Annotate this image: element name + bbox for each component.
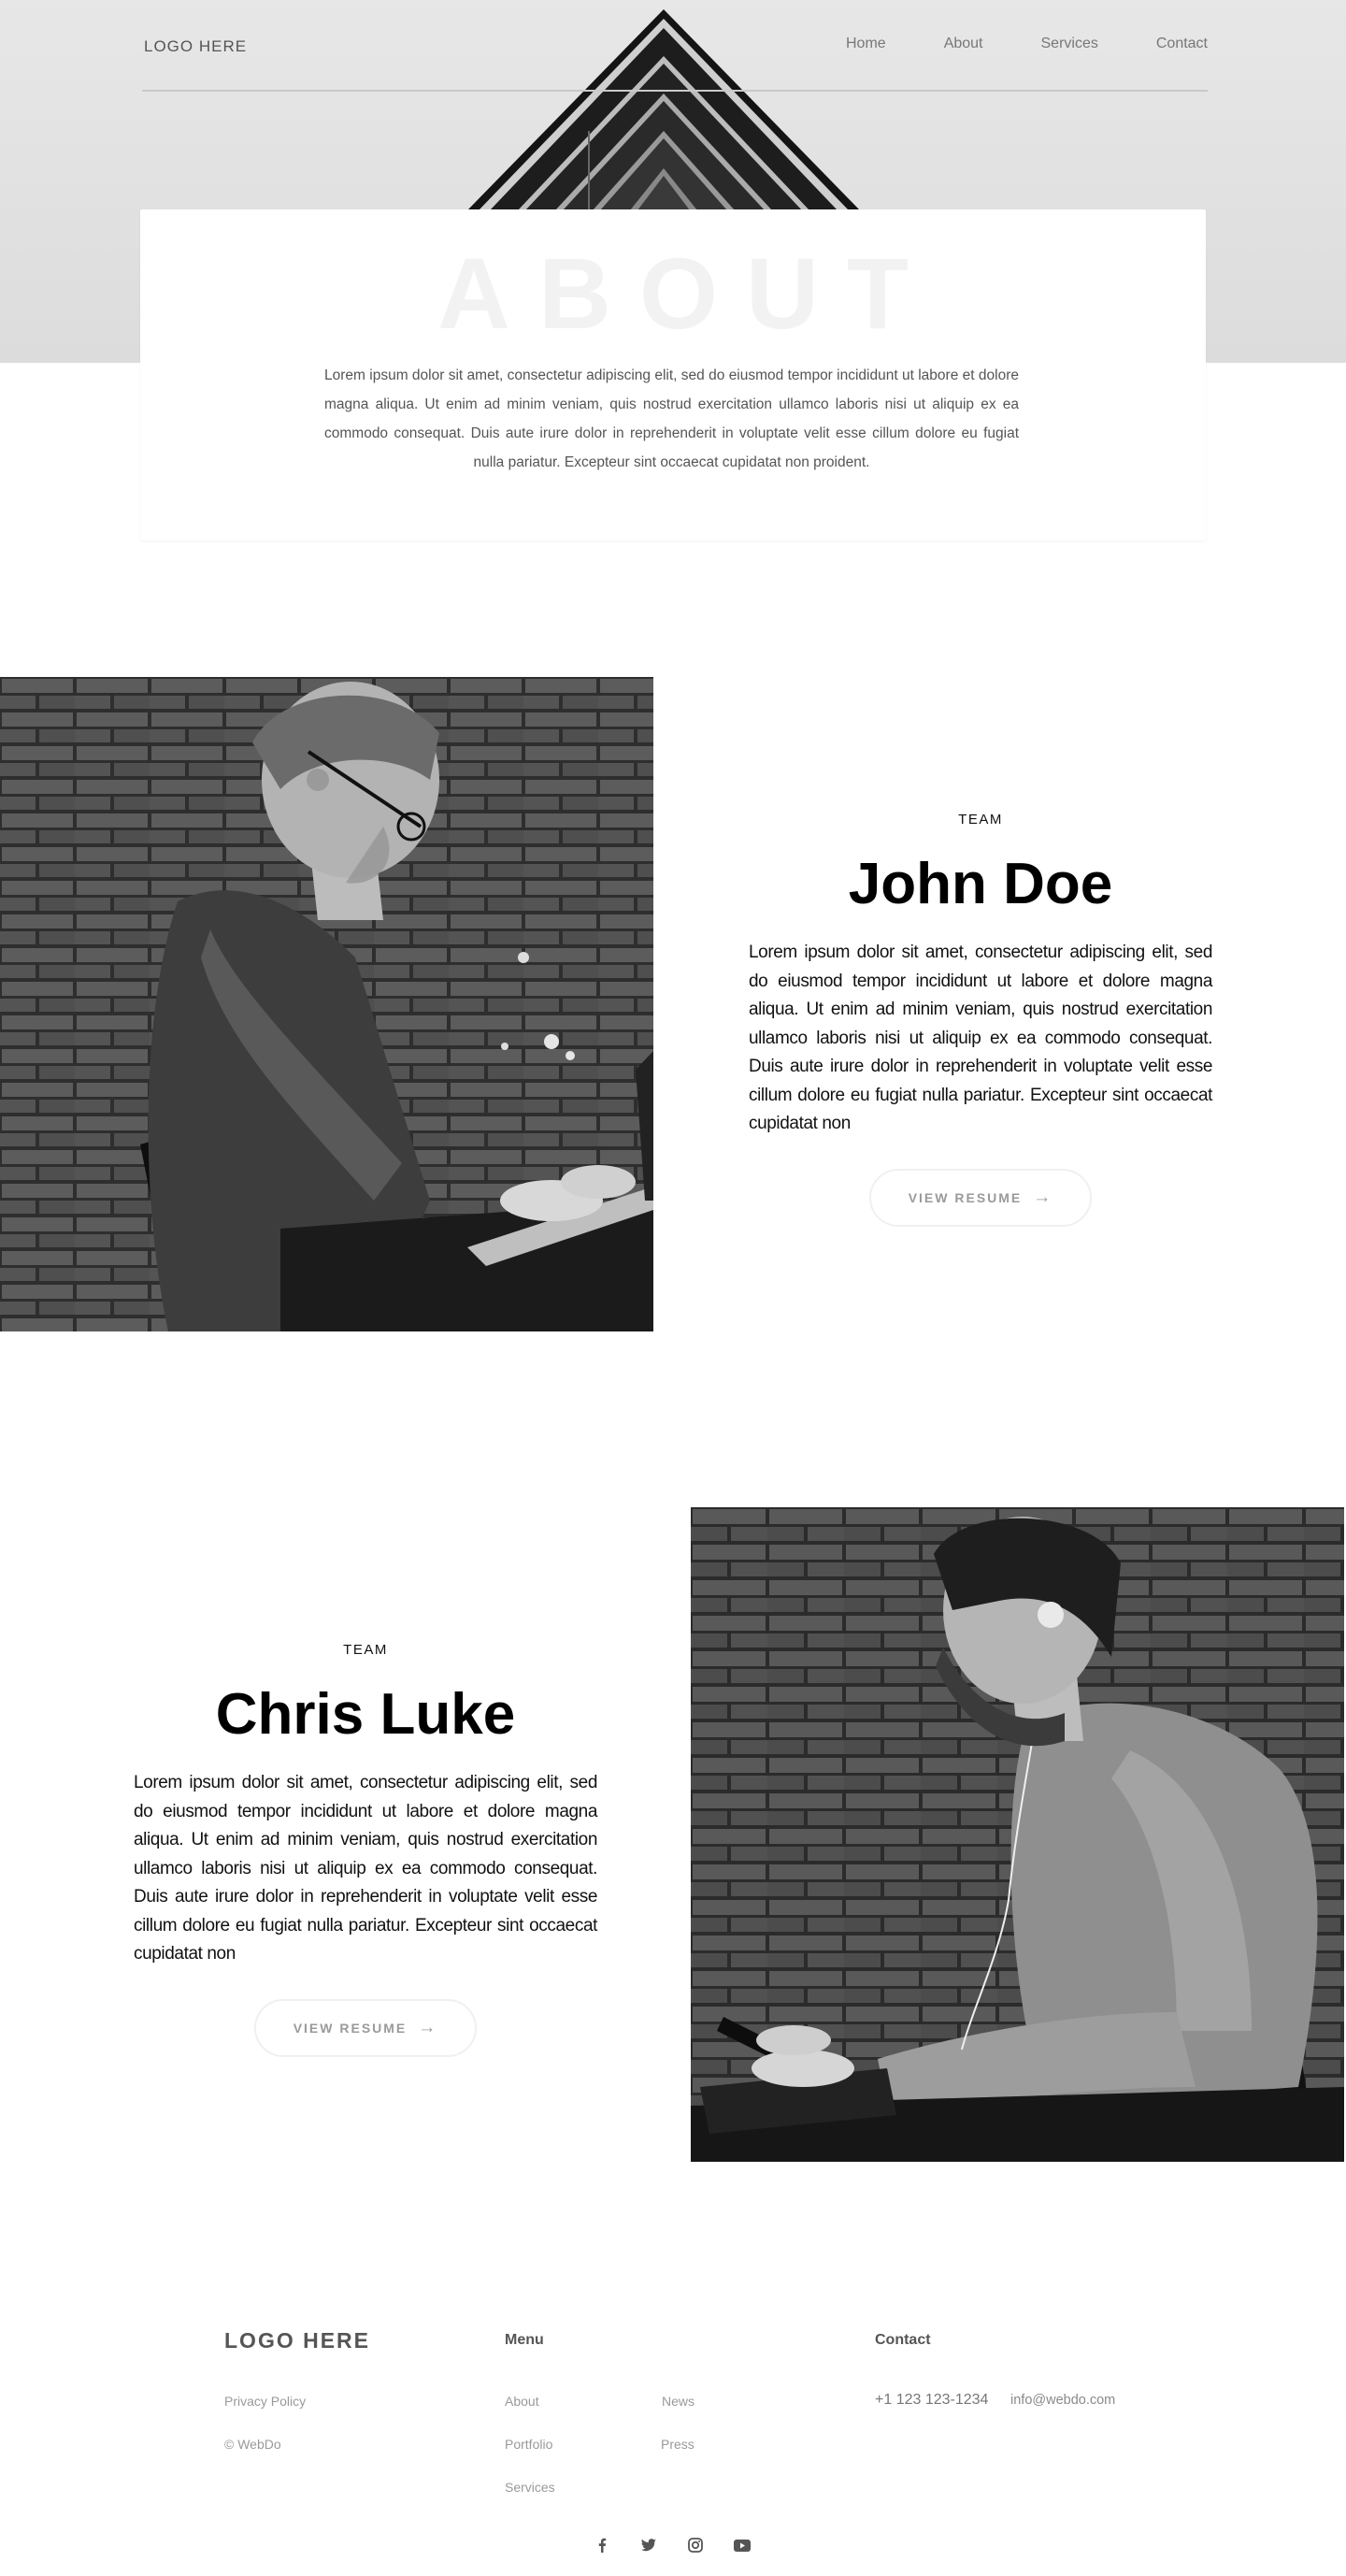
arrow-right-icon: → — [418, 2017, 438, 2037]
footer-menu-heading: Menu — [505, 2332, 544, 2348]
nav-contact-link[interactable]: Contact — [1156, 36, 1208, 52]
team-label: TEAM — [343, 1642, 388, 1658]
main-nav: Home About Services Contact — [788, 36, 1208, 52]
twitter-icon[interactable] — [628, 2534, 669, 2556]
member-bio: Lorem ipsum dolor sit amet, consectetur … — [749, 943, 1212, 1133]
team-label: TEAM — [958, 812, 1003, 827]
copyright-text: © WebDo — [224, 2437, 281, 2452]
footer-link-portfolio[interactable]: Portfolio — [505, 2437, 552, 2452]
member-name: Chris Luke — [215, 1682, 516, 1747]
footer-link-press[interactable]: Press — [661, 2437, 694, 2452]
view-resume-button[interactable]: VIEW RESUME → — [869, 1168, 1092, 1227]
about-title-watermark: ABOUT — [437, 237, 937, 350]
footer-link-news[interactable]: News — [662, 2394, 694, 2409]
about-text: Lorem ipsum dolor sit amet, consectetur … — [324, 367, 1019, 470]
chris-luke-photo — [691, 1507, 1344, 2162]
nav-home-link[interactable]: Home — [846, 36, 886, 52]
member-name: John Doe — [848, 852, 1113, 916]
about-card: ABOUT Lorem ipsum dolor sit amet, consec… — [140, 209, 1206, 540]
social-links — [581, 2534, 768, 2556]
view-resume-button[interactable]: VIEW RESUME → — [254, 1998, 477, 2057]
footer-logo[interactable]: LOGO HERE — [224, 2328, 370, 2353]
privacy-policy-link[interactable]: Privacy Policy — [224, 2394, 306, 2409]
header-logo[interactable]: LOGO HERE — [144, 37, 247, 56]
footer-link-about[interactable]: About — [505, 2394, 539, 2409]
arrow-right-icon: → — [1033, 1187, 1053, 1207]
footer-link-services[interactable]: Services — [505, 2480, 555, 2495]
site-footer: LOGO HERE Privacy Policy © WebDo Menu Ab… — [0, 2310, 1346, 2576]
view-resume-label: VIEW RESUME — [908, 1189, 1023, 1205]
facebook-icon[interactable] — [581, 2534, 623, 2556]
view-resume-label: VIEW RESUME — [293, 2020, 408, 2036]
nav-services-link[interactable]: Services — [1041, 36, 1098, 52]
nav-about-link[interactable]: About — [944, 36, 983, 52]
instagram-icon[interactable] — [675, 2534, 716, 2556]
john-doe-photo — [0, 677, 653, 1331]
team-member-chris: TEAM Chris Luke Lorem ipsum dolor sit am… — [134, 1642, 597, 2057]
contact-phone[interactable]: +1 123 123-1234 — [875, 2392, 988, 2409]
footer-contact-heading: Contact — [875, 2332, 931, 2348]
youtube-icon[interactable] — [722, 2534, 763, 2556]
site-header: LOGO HERE Home About Services Contact — [142, 0, 1208, 92]
team-member-john: TEAM John Doe Lorem ipsum dolor sit amet… — [749, 812, 1212, 1227]
member-bio: Lorem ipsum dolor sit amet, consectetur … — [134, 1773, 597, 1964]
contact-email[interactable]: info@webdo.com — [1010, 2393, 1115, 2408]
